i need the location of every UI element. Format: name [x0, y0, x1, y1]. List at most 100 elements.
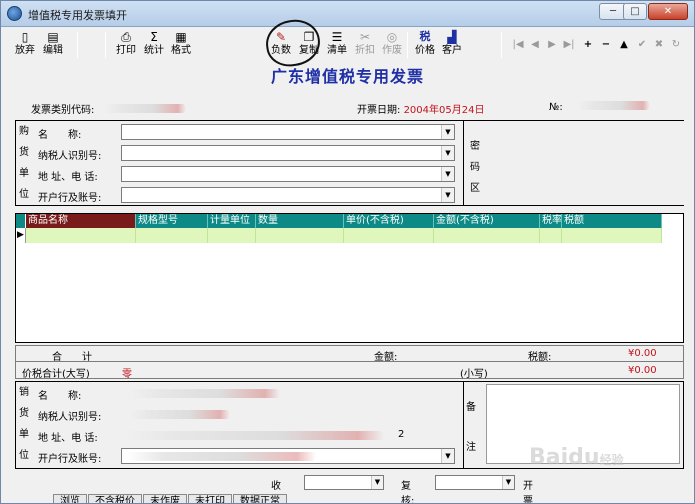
column-header[interactable]: 规格型号 [136, 214, 208, 228]
add-row-button[interactable]: + [581, 38, 595, 52]
column-header[interactable]: 税额 [562, 214, 662, 228]
note-char: 备 [466, 402, 476, 413]
column-header[interactable]: 商品名称 [26, 214, 136, 228]
discount-label: 折扣 [355, 45, 375, 56]
format-label: 格式 [171, 45, 191, 56]
dropdown-arrow-icon[interactable]: ▼ [441, 188, 454, 202]
seller-side-char: 货 [19, 408, 29, 419]
table-cell[interactable] [562, 228, 662, 243]
buyer-bank-combo[interactable]: ▼ [121, 187, 455, 203]
tab-excl-tax[interactable]: 不含税价 [88, 494, 142, 503]
prev-record-button[interactable]: ◀ [528, 38, 542, 52]
password-char: 码 [470, 162, 480, 173]
move-up-button[interactable]: ▲ [617, 38, 631, 52]
edit-icon: ▤ [47, 30, 59, 44]
column-header[interactable]: 税率 [540, 214, 562, 228]
stats-button[interactable]: Σ 统计 [140, 30, 168, 60]
close-button[interactable]: ✕ [648, 3, 688, 20]
column-header[interactable]: 计量单位 [208, 214, 256, 228]
row-indicator-header [16, 214, 26, 228]
column-header[interactable]: 单价(不含税) [344, 214, 434, 228]
buyer-side-char: 位 [19, 189, 29, 200]
dropdown-arrow-icon[interactable]: ▼ [441, 146, 454, 160]
toolbar-separator [501, 32, 502, 58]
customer-button[interactable]: ▟ 客户 [438, 30, 466, 60]
maximize-button[interactable]: □ [623, 3, 647, 20]
printer-icon: ⎙ [121, 30, 131, 44]
dropdown-arrow-icon[interactable]: ▼ [441, 449, 454, 463]
reviewer-combo[interactable]: ▼ [435, 475, 515, 490]
cancel-button[interactable]: ✖ [652, 38, 666, 52]
table-cell[interactable] [26, 228, 136, 243]
list-icon: ☰ [331, 30, 343, 44]
payee-combo[interactable]: ▼ [304, 475, 384, 490]
seller-bank-combo[interactable]: ▼ [121, 448, 455, 464]
buyer-taxid-combo[interactable]: ▼ [121, 145, 455, 161]
first-record-button[interactable]: |◀ [511, 38, 525, 52]
note-char: 注 [466, 442, 476, 453]
table-row[interactable]: ▶ [16, 228, 683, 243]
row-marker-icon: ▶ [16, 228, 26, 243]
buyer-name-combo[interactable]: ▼ [121, 124, 455, 140]
table-cell[interactable] [256, 228, 344, 243]
seller-name-label: 名 称: [38, 391, 82, 402]
table-cell[interactable] [344, 228, 434, 243]
goods-table[interactable]: 商品名称 规格型号 计量单位 数量 单价(不含税) 金额(不含税) 税率 税额 ▶ [15, 213, 684, 343]
watermark: Baidu经验 [529, 445, 624, 470]
table-cell[interactable] [434, 228, 540, 243]
table-cell[interactable] [540, 228, 562, 243]
tab-browse[interactable]: 浏览 [53, 494, 87, 503]
reviewer-label: 复核: [401, 481, 415, 504]
dropdown-arrow-icon[interactable]: ▼ [371, 476, 383, 489]
tab-data-normal[interactable]: 数据正常 [233, 494, 287, 503]
tab-not-printed[interactable]: 未打印 [188, 494, 232, 503]
invoice-date-label: 开票日期: [357, 105, 401, 116]
next-record-button[interactable]: ▶ [545, 38, 559, 52]
tab-not-void[interactable]: 未作废 [143, 494, 187, 503]
status-tabs: 浏览 不含税价 未作废 未打印 数据正常 [53, 494, 288, 503]
dropdown-arrow-icon[interactable]: ▼ [441, 167, 454, 181]
column-header[interactable]: 金额(不含税) [434, 214, 540, 228]
last-record-button[interactable]: ▶| [562, 38, 576, 52]
edit-button[interactable]: ▤ 编辑 [39, 30, 67, 60]
void-button[interactable]: ◎ 作废 [378, 30, 406, 60]
seller-side-char: 位 [19, 450, 29, 461]
seller-bank-label: 开户行及账号: [38, 454, 102, 465]
giveup-button[interactable]: ▯ 放弃 [11, 30, 39, 60]
table-cell[interactable] [208, 228, 256, 243]
format-icon: ▦ [175, 30, 187, 44]
seller-address-label: 地 址、电 话: [38, 433, 98, 444]
print-button[interactable]: ⎙ 打印 [112, 30, 140, 60]
price-button[interactable]: 税 价格 [411, 30, 439, 60]
invoice-title: 广东增值税专用发票 [270, 67, 424, 86]
table-cell[interactable] [136, 228, 208, 243]
void-label: 作废 [382, 45, 402, 56]
void-icon: ◎ [386, 30, 398, 44]
totals-section: 合 计 金额: 税额: ¥0.00 价税合计(大写) 零 (小写) ¥0.00 [15, 345, 684, 380]
seller-address-redacted [124, 431, 384, 440]
total-tax-label: 税额: [528, 352, 552, 363]
delete-row-button[interactable]: − [599, 38, 613, 52]
title-bar: 增值税专用发票填开 ─ □ ✕ [1, 1, 694, 27]
buyer-address-label: 地 址、电 话: [38, 172, 98, 183]
seller-taxid-label: 纳税人识别号: [38, 412, 102, 423]
column-header[interactable]: 数量 [256, 214, 344, 228]
invoice-date-value: 2004年05月24日 [403, 105, 485, 116]
password-char: 区 [470, 183, 480, 194]
invoice-code-redacted [103, 104, 186, 113]
invoice-number-label: №: [549, 102, 563, 113]
discount-button[interactable]: ✂ 折扣 [351, 30, 379, 60]
discount-icon: ✂ [359, 30, 371, 44]
refresh-button[interactable]: ↻ [669, 38, 683, 52]
confirm-button[interactable]: ✔ [635, 38, 649, 52]
stats-label: 统计 [144, 45, 164, 56]
dropdown-arrow-icon[interactable]: ▼ [502, 476, 514, 489]
buyer-address-combo[interactable]: ▼ [121, 166, 455, 182]
list-button[interactable]: ☰ 清单 [323, 30, 351, 60]
toolbar-separator [105, 32, 106, 58]
edit-label: 编辑 [43, 45, 63, 56]
print-label: 打印 [116, 45, 136, 56]
format-button[interactable]: ▦ 格式 [167, 30, 195, 60]
customer-icon: ▟ [447, 30, 457, 44]
dropdown-arrow-icon[interactable]: ▼ [441, 125, 454, 139]
